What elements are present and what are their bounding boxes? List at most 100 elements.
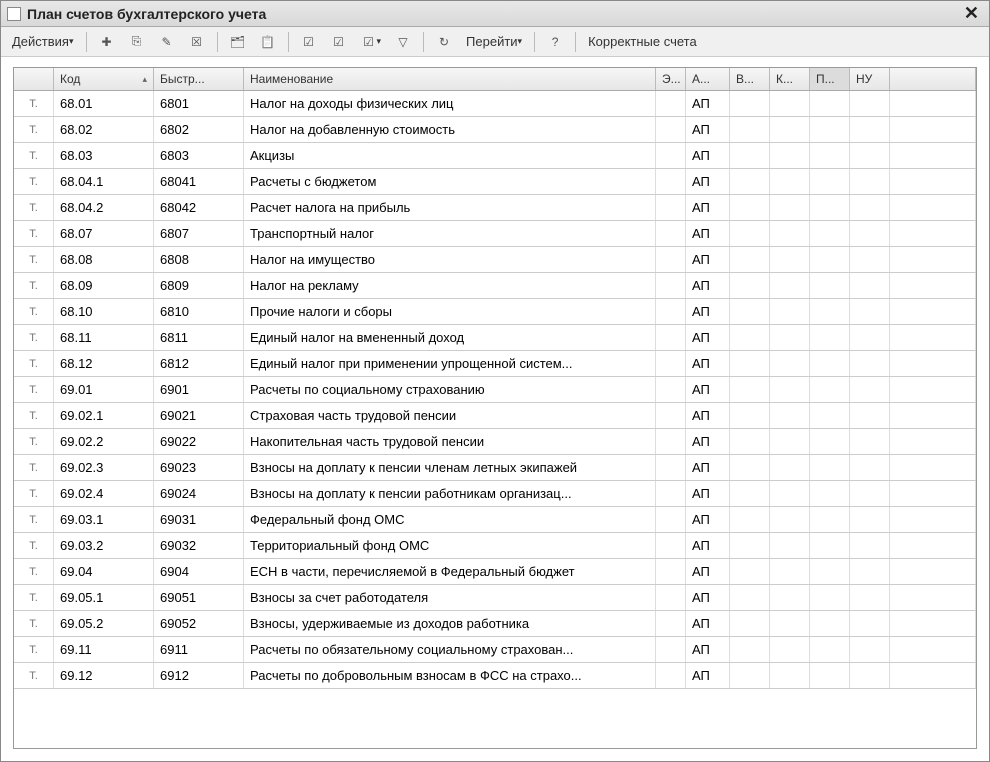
table-row[interactable]: Т.69.02.469024Взносы на доплату к пенсии… xyxy=(14,481,976,507)
cell-a: АП xyxy=(686,481,730,506)
cell-name: Налог на добавленную стоимость xyxy=(244,117,656,142)
table-row[interactable]: Т.69.03.169031Федеральный фонд ОМСАП xyxy=(14,507,976,533)
column-name[interactable]: Наименование xyxy=(244,68,656,90)
add-button[interactable]: ✚ xyxy=(94,31,120,53)
cell-p xyxy=(810,221,850,246)
cell-name: Взносы на доплату к пенсии членам летных… xyxy=(244,455,656,480)
separator xyxy=(534,32,535,52)
table-row[interactable]: Т.69.046904ЕСН в части, перечисляемой в … xyxy=(14,559,976,585)
row-icon: Т. xyxy=(14,299,54,324)
table-row[interactable]: Т.68.106810Прочие налоги и сборыАП xyxy=(14,299,976,325)
cell-e xyxy=(656,143,686,168)
cell-v xyxy=(730,247,770,272)
cell-name: Транспортный налог xyxy=(244,221,656,246)
table-row[interactable]: Т.68.086808Налог на имуществоАП xyxy=(14,247,976,273)
cell-e xyxy=(656,91,686,116)
cell-v xyxy=(730,143,770,168)
cell-nu xyxy=(850,507,890,532)
hierarchy-button[interactable]: 🗂 xyxy=(225,31,251,53)
cell-name: Страховая часть трудовой пенсии xyxy=(244,403,656,428)
content-area: Код▴ Быстр... Наименование Э... А... В..… xyxy=(1,57,989,761)
add-copy-button[interactable]: ⎘ xyxy=(124,31,150,53)
cell-e xyxy=(656,377,686,402)
cell-name: Территориальный фонд ОМС xyxy=(244,533,656,558)
tree-icon: 🗂 xyxy=(230,34,246,50)
cell-tail xyxy=(890,221,976,246)
column-a[interactable]: А... xyxy=(686,68,730,90)
table-row[interactable]: Т.68.096809Налог на рекламуАП xyxy=(14,273,976,299)
help-button[interactable]: ? xyxy=(542,31,568,53)
row-icon: Т. xyxy=(14,273,54,298)
row-icon: Т. xyxy=(14,585,54,610)
table-row[interactable]: Т.68.076807Транспортный налогАП xyxy=(14,221,976,247)
table-row[interactable]: Т.68.026802Налог на добавленную стоимост… xyxy=(14,117,976,143)
go-menu[interactable]: Перейти xyxy=(461,31,527,52)
grid-header: Код▴ Быстр... Наименование Э... А... В..… xyxy=(14,68,976,91)
cell-nu xyxy=(850,559,890,584)
cell-bystr: 69052 xyxy=(154,611,244,636)
correct-accounts-button[interactable]: Корректные счета xyxy=(583,31,702,52)
table-row[interactable]: Т.68.036803АкцизыАП xyxy=(14,143,976,169)
cell-tail xyxy=(890,455,976,480)
cell-k xyxy=(770,611,810,636)
filter2-button[interactable]: ☑ xyxy=(326,31,352,53)
cell-k xyxy=(770,117,810,142)
column-kod-label: Код xyxy=(60,72,80,86)
table-row[interactable]: Т.69.116911Расчеты по обязательному соци… xyxy=(14,637,976,663)
actions-menu[interactable]: Действия xyxy=(7,31,79,52)
column-p[interactable]: П... xyxy=(810,68,850,90)
grid-body[interactable]: Т.68.016801Налог на доходы физических ли… xyxy=(14,91,976,748)
cell-nu xyxy=(850,169,890,194)
column-k[interactable]: К... xyxy=(770,68,810,90)
column-bystr[interactable]: Быстр... xyxy=(154,68,244,90)
column-icon[interactable] xyxy=(14,68,54,90)
filter-button[interactable]: ☑ xyxy=(296,31,322,53)
cell-v xyxy=(730,117,770,142)
table-row[interactable]: Т.69.05.169051Взносы за счет работодател… xyxy=(14,585,976,611)
cell-e xyxy=(656,663,686,688)
cell-v xyxy=(730,481,770,506)
filter-drop-button[interactable]: ☑ xyxy=(356,31,387,53)
table-row[interactable]: Т.68.016801Налог на доходы физических ли… xyxy=(14,91,976,117)
cell-k xyxy=(770,663,810,688)
table-row[interactable]: Т.69.03.269032Территориальный фонд ОМСАП xyxy=(14,533,976,559)
refresh-button[interactable]: ↻ xyxy=(431,31,457,53)
column-nu[interactable]: НУ xyxy=(850,68,890,90)
list-button[interactable]: 📋 xyxy=(255,31,281,53)
table-row[interactable]: Т.68.04.268042Расчет налога на прибыльАП xyxy=(14,195,976,221)
table-row[interactable]: Т.69.02.269022Накопительная часть трудов… xyxy=(14,429,976,455)
table-row[interactable]: Т.69.02.369023Взносы на доплату к пенсии… xyxy=(14,455,976,481)
table-row[interactable]: Т.68.04.168041Расчеты с бюджетомАП xyxy=(14,169,976,195)
table-row[interactable]: Т.69.126912Расчеты по добровольным взнос… xyxy=(14,663,976,689)
column-v[interactable]: В... xyxy=(730,68,770,90)
table-row[interactable]: Т.69.016901Расчеты по социальному страхо… xyxy=(14,377,976,403)
cell-p xyxy=(810,507,850,532)
cell-bystr: 69023 xyxy=(154,455,244,480)
cell-kod: 69.01 xyxy=(54,377,154,402)
cell-v xyxy=(730,533,770,558)
cell-bystr: 69051 xyxy=(154,585,244,610)
window: План счетов бухгалтерского учета ✕ Дейст… xyxy=(0,0,990,762)
close-button[interactable]: ✕ xyxy=(960,3,983,24)
table-row[interactable]: Т.68.116811Единый налог на вмененный дох… xyxy=(14,325,976,351)
cell-a: АП xyxy=(686,169,730,194)
filter-icon: ☑ xyxy=(301,34,317,50)
edit-button[interactable]: ✎ xyxy=(154,31,180,53)
cell-kod: 69.12 xyxy=(54,663,154,688)
table-row[interactable]: Т.69.05.269052Взносы, удерживаемые из до… xyxy=(14,611,976,637)
cell-kod: 68.09 xyxy=(54,273,154,298)
mark-delete-button[interactable]: ☒ xyxy=(184,31,210,53)
cell-bystr: 6809 xyxy=(154,273,244,298)
row-icon: Т. xyxy=(14,325,54,350)
plus-icon: ✚ xyxy=(99,34,115,50)
cell-e xyxy=(656,299,686,324)
cell-kod: 68.08 xyxy=(54,247,154,272)
cell-kod: 69.04 xyxy=(54,559,154,584)
column-e[interactable]: Э... xyxy=(656,68,686,90)
row-icon: Т. xyxy=(14,195,54,220)
table-row[interactable]: Т.68.126812Единый налог при применении у… xyxy=(14,351,976,377)
cell-bystr: 6901 xyxy=(154,377,244,402)
table-row[interactable]: Т.69.02.169021Страховая часть трудовой п… xyxy=(14,403,976,429)
filter-off-button[interactable]: ▽ xyxy=(390,31,416,53)
column-kod[interactable]: Код▴ xyxy=(54,68,154,90)
